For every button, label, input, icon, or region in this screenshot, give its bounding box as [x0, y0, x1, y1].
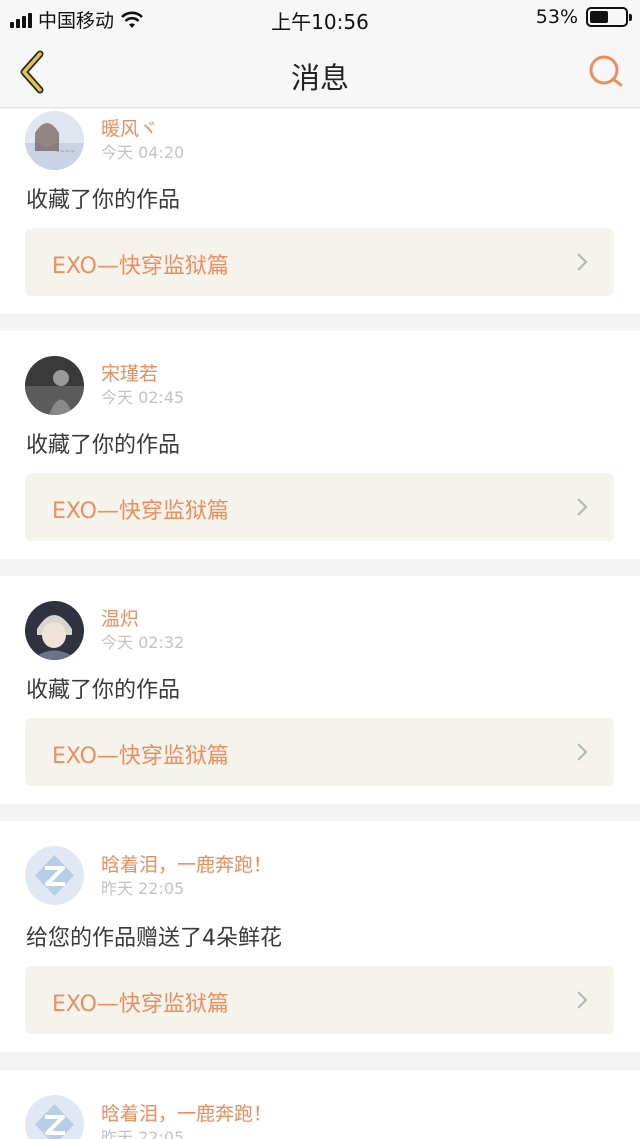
timestamp: 昨天 22:05 [101, 1128, 185, 1139]
message-list: ~~~~ 暖风ヾ 今天 04:20 收藏了你的作品 EXO—快穿监狱篇 宋瑾若 … [0, 109, 640, 1139]
message-card: 晗着泪，一鹿奔跑！ 昨天 22:05 给您的作品赠送了4朵鲜花 EXO—快穿监狱… [0, 821, 640, 1052]
page-title: 消息 [290, 61, 349, 95]
timestamp: 今天 02:32 [101, 633, 185, 652]
username[interactable]: 宋瑾若 [101, 359, 158, 386]
message-card: 宋瑾若 今天 02:45 收藏了你的作品 EXO—快穿监狱篇 [0, 331, 640, 559]
avatar[interactable] [25, 846, 84, 905]
timestamp: 昨天 22:05 [101, 879, 185, 898]
action-text: 收藏了你的作品 [26, 678, 181, 703]
avatar[interactable]: ~~~~ [25, 111, 84, 170]
action-text: 收藏了你的作品 [26, 188, 181, 213]
work-title: EXO—快穿监狱篇 [52, 254, 229, 279]
avatar-girl: ~~~~ [25, 111, 84, 170]
status-right: 53% [535, 6, 632, 28]
action-text: 收藏了你的作品 [26, 433, 181, 458]
search-icon[interactable] [586, 52, 626, 92]
action-text: 给您的作品赠送了4朵鲜花 [26, 926, 282, 951]
work-title: EXO—快穿监狱篇 [52, 744, 229, 769]
username[interactable]: 温炽 [101, 604, 139, 631]
work-link[interactable]: EXO—快穿监狱篇 [25, 966, 614, 1034]
nav-bar: 消息 [0, 36, 640, 108]
work-title: EXO—快穿监狱篇 [52, 992, 229, 1017]
status-bar: 中国移动 上午10:56 53% [0, 0, 640, 36]
avatar[interactable] [25, 356, 84, 415]
avatar-dark [25, 356, 84, 415]
chevron-right-icon [577, 253, 588, 271]
chevron-right-icon [577, 991, 588, 1009]
chevron-right-icon [577, 498, 588, 516]
battery-icon [586, 7, 632, 27]
work-title: EXO—快穿监狱篇 [52, 499, 229, 524]
username[interactable]: 晗着泪，一鹿奔跑！ [101, 1099, 272, 1126]
message-card: 晗着泪，一鹿奔跑！ 昨天 22:05 [0, 1070, 640, 1139]
chevron-right-icon [577, 743, 588, 761]
message-card: ~~~~ 暖风ヾ 今天 04:20 收藏了你的作品 EXO—快穿监狱篇 [0, 109, 640, 314]
avatar[interactable] [25, 1095, 84, 1139]
avatar[interactable] [25, 601, 84, 660]
battery-fill [590, 11, 609, 23]
work-link[interactable]: EXO—快穿监狱篇 [25, 473, 614, 541]
timestamp: 今天 04:20 [101, 143, 185, 162]
username[interactable]: 晗着泪，一鹿奔跑！ [101, 850, 272, 877]
avatar-default [25, 1095, 84, 1139]
avatar-boy [25, 601, 84, 660]
work-link[interactable]: EXO—快穿监狱篇 [25, 718, 614, 786]
battery-percent: 53% [535, 6, 578, 28]
avatar-default [25, 846, 84, 905]
svg-text:~~~~: ~~~~ [55, 148, 75, 155]
timestamp: 今天 02:45 [101, 388, 185, 407]
work-link[interactable]: EXO—快穿监狱篇 [25, 228, 614, 296]
username[interactable]: 暖风ヾ [101, 114, 158, 141]
message-card: 温炽 今天 02:32 收藏了你的作品 EXO—快穿监狱篇 [0, 576, 640, 804]
